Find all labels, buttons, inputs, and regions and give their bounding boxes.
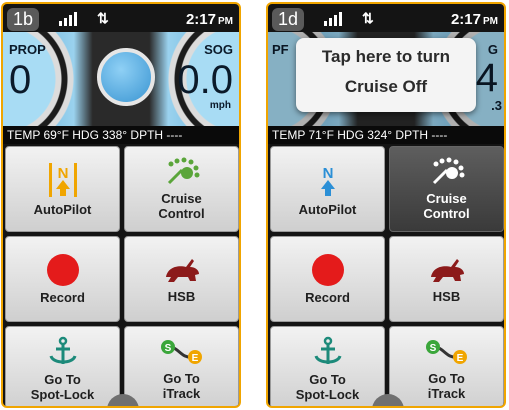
autopilot-button[interactable]: N AutoPilot xyxy=(5,146,120,232)
hsb-label: HSB xyxy=(167,288,196,304)
screen-label: 1d xyxy=(272,8,305,31)
go-to-spot-lock-label: Go To Spot-Lock xyxy=(30,372,95,402)
autopilot-icon: N xyxy=(320,165,335,196)
go-to-itrack-button[interactable]: S E Go To iTrack xyxy=(124,326,239,406)
anchor-icon xyxy=(49,336,76,364)
go-to-itrack-button[interactable]: S E Go To iTrack xyxy=(389,326,504,406)
svg-text:S: S xyxy=(164,343,171,354)
go-to-spot-lock-button[interactable]: Go To Spot-Lock xyxy=(270,326,385,406)
prop-value: 0 xyxy=(9,58,32,102)
record-button[interactable]: Record xyxy=(270,236,385,322)
anchor-icon xyxy=(314,336,341,364)
hsb-label: HSB xyxy=(432,288,461,304)
screen-label: 1b xyxy=(7,8,40,31)
svg-text:E: E xyxy=(191,353,198,364)
sog-label-partial: G xyxy=(487,42,498,57)
autopilot-icon: N xyxy=(48,162,77,197)
cruise-control-label: Cruise Control xyxy=(423,191,470,221)
popup-line-2: Cruise Off xyxy=(344,77,428,96)
gauge-panel: PROP 0 SOG 0.0 mph xyxy=(3,32,239,126)
svg-text:E: E xyxy=(456,353,463,364)
info-bar: TEMP 69°F HDG 338° DPTH ---- xyxy=(3,126,239,144)
data-arrows-icon: ⇅ xyxy=(97,10,109,26)
record-label: Record xyxy=(305,289,350,305)
info-bar: TEMP 71°F HDG 324° DPTH ---- xyxy=(268,126,504,144)
autopilot-button[interactable]: N AutoPilot xyxy=(270,146,385,232)
svg-text:N: N xyxy=(57,165,68,182)
go-to-spot-lock-button[interactable]: Go To Spot-Lock xyxy=(5,326,120,406)
cruise-control-button[interactable]: Cruise Control xyxy=(389,146,504,232)
go-to-itrack-label: Go To iTrack xyxy=(427,371,466,401)
record-button[interactable]: Record xyxy=(5,236,120,322)
center-indicator xyxy=(97,48,155,106)
screen-1d: 1d ⇅ 2:17 PM PF G 4 .3 Tap here to turn C… xyxy=(266,2,506,408)
cruise-off-popup[interactable]: Tap here to turn Cruise Off xyxy=(296,38,476,112)
data-arrows-icon: ⇅ xyxy=(362,10,374,26)
prop-label: PROP xyxy=(9,42,46,57)
sog-value: 0.0 xyxy=(177,58,233,102)
record-label: Record xyxy=(40,289,85,305)
status-bar: ⇅ 2:17 PM xyxy=(318,10,498,30)
popup-line-1: Tap here to turn xyxy=(321,47,451,66)
hsb-button[interactable]: HSB xyxy=(124,236,239,322)
sog-label: SOG xyxy=(204,42,233,57)
cruise-control-icon xyxy=(432,157,464,185)
screen-1b: 1b ⇅ 2:17 PM PROP 0 SOG 0.0 mph TEMP 69°F… xyxy=(1,2,241,408)
cruise-control-icon xyxy=(167,157,199,185)
svg-text:S: S xyxy=(429,343,436,354)
sog-value-partial: 4 xyxy=(475,56,498,100)
svg-text:N: N xyxy=(322,165,333,182)
cruise-control-button[interactable]: Cruise Control xyxy=(124,146,239,232)
sog-unit: mph xyxy=(209,100,231,111)
prop-label-partial: PF xyxy=(272,42,289,57)
record-icon xyxy=(46,253,79,286)
clock: 2:17 PM xyxy=(450,11,498,28)
go-to-spot-lock-label: Go To Spot-Lock xyxy=(295,372,360,402)
autopilot-label: AutoPilot xyxy=(298,201,357,217)
clock: 2:17 PM xyxy=(185,11,233,28)
sog-decimal-partial: .3 xyxy=(491,98,502,113)
signal-bars-icon xyxy=(59,12,77,26)
itrack-icon: S E xyxy=(425,340,467,364)
rabbit-icon xyxy=(430,258,464,282)
rabbit-icon xyxy=(165,258,199,282)
go-to-itrack-label: Go To iTrack xyxy=(162,371,201,401)
signal-bars-icon xyxy=(324,12,342,26)
status-bar: ⇅ 2:17 PM xyxy=(53,10,233,30)
itrack-icon: S E xyxy=(160,340,202,364)
autopilot-label: AutoPilot xyxy=(33,201,92,217)
record-icon xyxy=(311,253,344,286)
hsb-button[interactable]: HSB xyxy=(389,236,504,322)
cruise-control-label: Cruise Control xyxy=(158,191,205,221)
